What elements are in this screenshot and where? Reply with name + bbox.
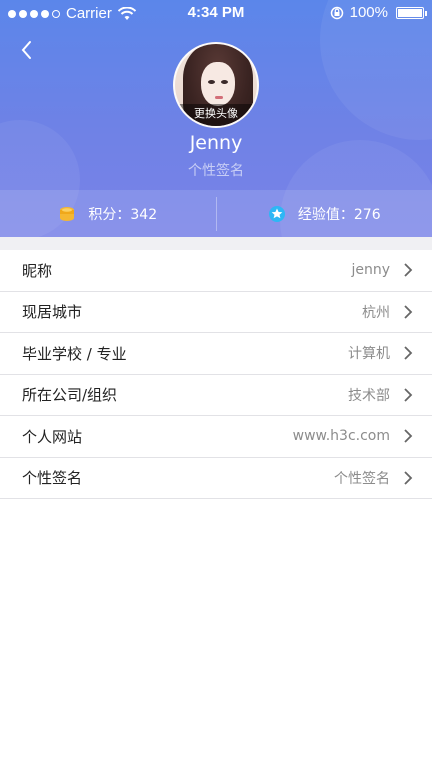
- row-city[interactable]: 现居城市 杭州: [0, 291, 432, 333]
- chevron-right-icon: [404, 346, 413, 360]
- row-label: 个性签名: [22, 469, 83, 488]
- row-value: 计算机: [348, 346, 390, 363]
- row-label: 昵称: [22, 261, 53, 280]
- chevron-right-icon: [404, 305, 413, 319]
- row-school-major[interactable]: 毕业学校 / 专业 计算机: [0, 333, 432, 375]
- row-value: www.h3c.com: [292, 428, 390, 445]
- row-value: 杭州: [362, 304, 390, 321]
- row-nickname[interactable]: 昵称 jenny: [0, 250, 432, 292]
- change-avatar-label[interactable]: 更换头像: [175, 104, 257, 126]
- profile-header: Carrier 4:34 PM 100% 更换头像 Jenny 个性签名 积分：…: [0, 0, 432, 237]
- status-bar: Carrier 4:34 PM 100%: [0, 0, 432, 28]
- row-website[interactable]: 个人网站 www.h3c.com: [0, 416, 432, 458]
- profile-info-list: 昵称 jenny 现居城市 杭州 毕业学校 / 专业 计算机 所在公司/组织 技…: [0, 250, 432, 499]
- stats-bar: 积分：342 经验值：276: [0, 190, 432, 237]
- points-label: 积分：342: [88, 206, 158, 223]
- chevron-right-icon: [404, 388, 413, 402]
- section-gap: [0, 237, 432, 250]
- row-value: 个性签名: [334, 470, 390, 487]
- star-badge-icon: [268, 205, 285, 222]
- row-value: 技术部: [348, 387, 390, 404]
- avatar[interactable]: 更换头像: [173, 42, 259, 128]
- experience-label: 经验值：276: [297, 206, 381, 223]
- signature: 个性签名: [188, 163, 244, 179]
- back-arrow-icon[interactable]: [16, 36, 40, 64]
- experience-stat[interactable]: 经验值：276: [217, 204, 432, 224]
- row-label: 个人网站: [22, 427, 83, 446]
- row-value: jenny: [351, 262, 390, 279]
- points-stat[interactable]: 积分：342: [0, 204, 216, 224]
- chevron-right-icon: [404, 429, 413, 443]
- row-company[interactable]: 所在公司/组织 技术部: [0, 374, 432, 416]
- chevron-right-icon: [404, 263, 413, 277]
- battery-percent: 100%: [349, 4, 388, 21]
- chevron-right-icon: [404, 471, 413, 485]
- username: Jenny: [189, 132, 243, 154]
- coins-icon: [60, 206, 75, 221]
- row-label: 毕业学校 / 专业: [22, 344, 127, 363]
- row-label: 现居城市: [22, 303, 83, 322]
- row-signature[interactable]: 个性签名 个性签名: [0, 457, 432, 499]
- row-label: 所在公司/组织: [22, 386, 118, 405]
- rotation-lock-icon: [330, 6, 343, 19]
- battery-icon: [396, 6, 427, 19]
